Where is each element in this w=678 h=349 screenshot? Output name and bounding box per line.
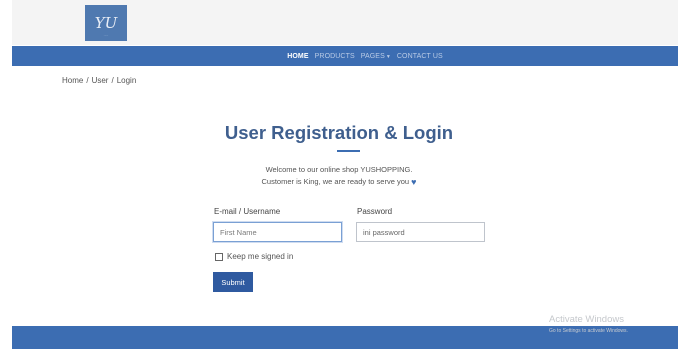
breadcrumb-home[interactable]: Home [62, 76, 83, 85]
nav-contact-us[interactable]: CONTACT US [397, 53, 443, 60]
watermark-title: Activate Windows [549, 314, 624, 325]
email-field[interactable] [213, 222, 342, 242]
password-label: Password [357, 207, 393, 216]
logo-text: YU [94, 14, 118, 32]
welcome-line-1: Welcome to our online shop YUSHOPPING. [265, 165, 413, 174]
breadcrumb-current: Login [116, 76, 137, 85]
nav-home[interactable]: HOME [287, 53, 308, 60]
breadcrumb-user[interactable]: User [92, 76, 109, 85]
password-field[interactable] [356, 222, 485, 242]
welcome-line-2-text: Customer is King, we are ready to serve … [261, 177, 410, 186]
nav-pages-label: PAGES [360, 52, 385, 60]
nav-products[interactable]: PRODUCTS [315, 53, 355, 60]
welcome-line-2: Customer is King, we are ready to serve … [0, 176, 678, 188]
watermark-subtitle: Go to Settings to activate Windows. [549, 328, 628, 334]
title-divider [337, 150, 360, 152]
nav-pages[interactable]: PAGES▼ [361, 53, 391, 60]
keep-signed-in-checkbox[interactable] [215, 252, 223, 261]
breadcrumb-separator: / [86, 76, 89, 85]
keep-signed-in-label: Keep me signed in [227, 252, 294, 261]
welcome-text: Welcome to our online shop YUSHOPPING. C… [0, 164, 678, 188]
email-label: E-mail / Username [214, 207, 281, 216]
main-nav: HOME PRODUCTS PAGES▼ CONTACT US [12, 46, 678, 66]
breadcrumb-separator: / [111, 76, 114, 85]
chevron-down-icon: ▼ [385, 53, 391, 60]
logo-tagline: ····· [103, 33, 109, 37]
breadcrumb: Home / User / Login [62, 76, 136, 85]
top-header: YU ····· [12, 0, 678, 45]
submit-button[interactable]: Submit [213, 272, 253, 292]
page-title: User Registration & Login [224, 122, 454, 143]
heart-icon: ♥ [411, 177, 417, 187]
keep-signed-in[interactable]: Keep me signed in [215, 252, 293, 261]
page: YU ····· HOME PRODUCTS PAGES▼ CONTACT US… [0, 0, 678, 349]
site-logo[interactable]: YU ····· [85, 5, 127, 41]
